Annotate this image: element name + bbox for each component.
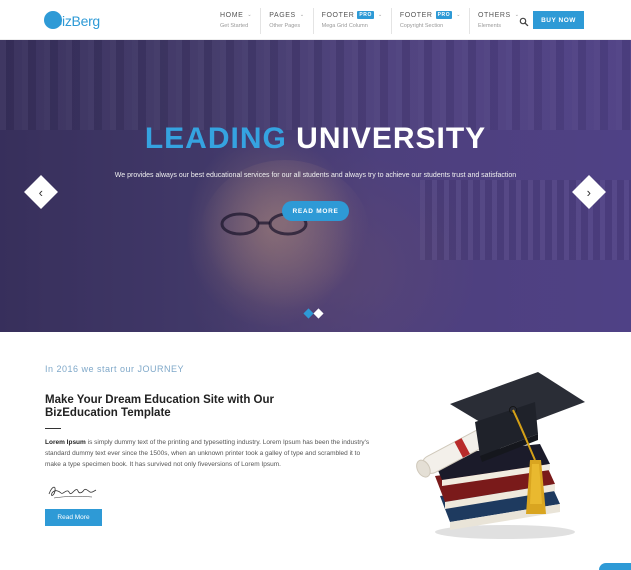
corner-accent [599,563,631,570]
hero-overlay [0,40,631,332]
chevron-down-icon: ⌄ [299,12,305,18]
logo-text: BizBerg [53,13,100,29]
nav-sublabel: Get Started [220,23,249,29]
chevron-down-icon: ⌄ [247,12,253,18]
hero-title-main: UNIVERSITY [296,122,487,155]
nav-item-footer-copyright[interactable]: FOOTER PRO ⌄ Copyright Section [390,8,469,34]
slider-dot-1[interactable] [303,308,314,319]
hero-title-accent: LEADING [144,122,287,155]
graduation-cap-books-image [416,372,585,539]
nav-label: PAGES [269,11,296,19]
nav-item-home[interactable]: HOME ⌄ Get Started [212,8,260,34]
paragraph-lead: Lorem Ipsum [45,439,86,446]
search-icon[interactable] [519,14,529,27]
hero-subtitle: We provides always our best educational … [114,172,517,179]
read-more-button[interactable]: Read More [45,509,102,526]
chevron-left-icon: ‹ [38,184,44,200]
nav-label: OTHERS [478,11,511,19]
pro-badge: PRO [357,11,375,19]
hero-title: LEADING UNIVERSITY [0,122,631,156]
nav-label: HOME [220,11,244,19]
signature-image [48,486,97,499]
chevron-down-icon: ⌄ [378,12,383,18]
section-paragraph: Lorem Ipsum is simply dummy text of the … [45,437,370,470]
section-title: Make Your Dream Education Site with Our … [45,394,274,419]
hero-slider: LEADING UNIVERSITY We provides always ou… [0,40,631,332]
section-eyebrow: In 2016 we start our JOURNEY [45,364,185,374]
nav-sublabel: Elements [478,23,501,29]
nav-item-footer-grid[interactable]: FOOTER PRO ⌄ Mega Grid Column [312,8,391,34]
buy-now-button[interactable]: BUY NOW [533,11,584,29]
nav-sublabel: Copyright Section [399,23,444,29]
paragraph-body: is simply dummy text of the printing and… [45,439,370,468]
slider-dot-2[interactable] [313,308,324,319]
logo[interactable]: BizBerg [44,8,114,32]
site-header: BizBerg HOME ⌄ Get Started PAGES ⌄ Other P… [0,0,631,40]
nav-label: FOOTER [399,11,433,19]
nav-label: FOOTER [321,11,355,19]
hero-read-more-button[interactable]: READ MORE [282,201,349,221]
title-divider [45,428,61,429]
nav-sublabel: Other Pages [269,23,301,29]
nav-item-pages[interactable]: PAGES ⌄ Other Pages [260,8,312,34]
slider-pagination [303,308,324,319]
pro-badge: PRO [435,11,453,19]
chevron-down-icon: ⌄ [456,12,462,18]
chevron-right-icon: › [586,184,592,200]
main-nav: HOME ⌄ Get Started PAGES ⌄ Other Pages FOO… [212,8,528,34]
nav-sublabel: Mega Grid Column [321,23,368,29]
page: BizBerg HOME ⌄ Get Started PAGES ⌄ Other P… [0,0,631,570]
